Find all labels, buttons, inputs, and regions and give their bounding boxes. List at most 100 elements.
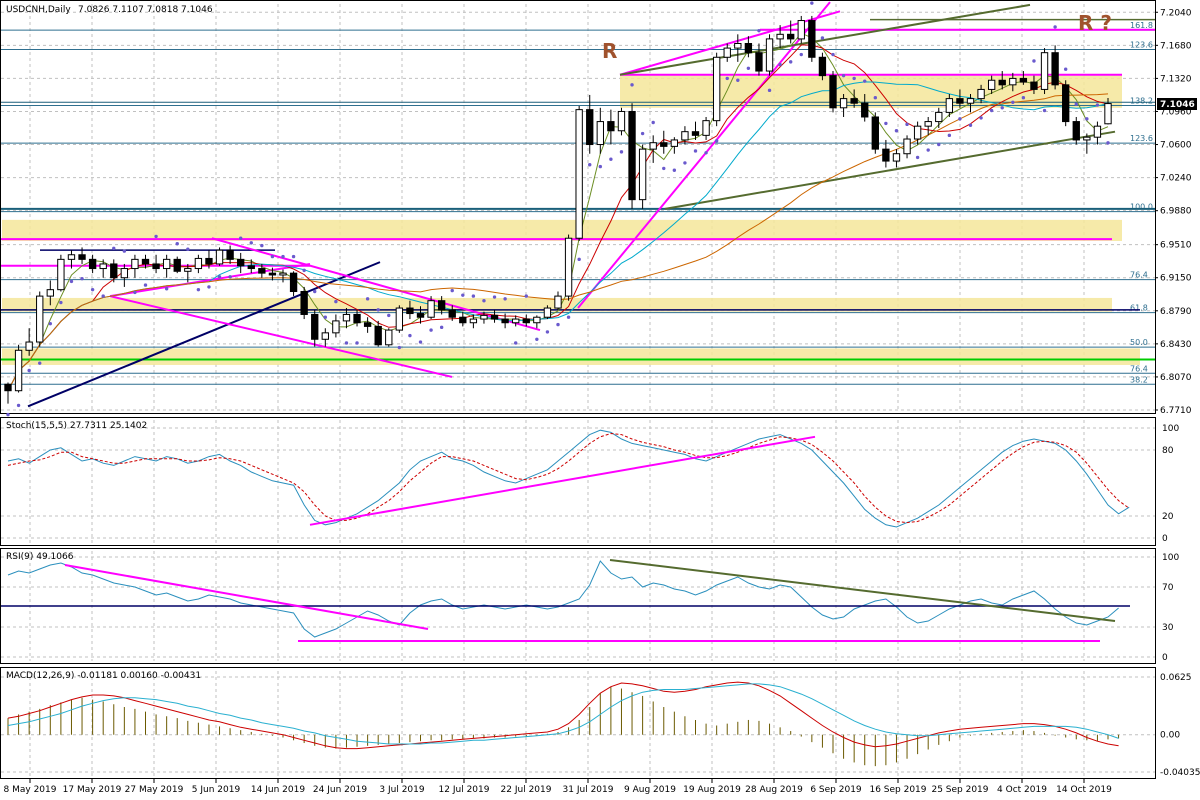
candle-body: [575, 109, 583, 239]
price-axis-label: 6.8070: [1160, 373, 1192, 383]
trading-chart[interactable]: 161.8123.6138.2123.6100.076.461.850.076.…: [0, 0, 1200, 800]
candle-body: [956, 98, 964, 104]
candle-body: [913, 125, 922, 140]
sar-dot: [249, 241, 253, 245]
price-axis-label: 7.2040: [1160, 8, 1192, 18]
candle-body: [501, 318, 509, 324]
price-axis-label: 6.9510: [1160, 241, 1192, 251]
sar-dot: [48, 321, 53, 326]
stochastic-panel[interactable]: [0, 417, 1156, 546]
candle-body: [321, 332, 329, 340]
candle-body: [554, 295, 562, 309]
sar-dot: [408, 333, 412, 338]
candle-body: [99, 263, 107, 270]
sar-dot: [344, 341, 349, 345]
sar-dot: [873, 95, 878, 100]
sar-dot: [112, 246, 116, 251]
sar-dot: [1085, 117, 1089, 121]
candle-body: [25, 341, 33, 351]
sar-dot: [1011, 100, 1015, 104]
support-resistance-zone: [2, 219, 1122, 241]
candle-body: [110, 263, 118, 279]
macd-title: MACD(12,26,9) -0.01181 0.00160 -0.00431: [6, 671, 201, 681]
macd-panel[interactable]: [0, 667, 1156, 779]
sar-dot: [6, 412, 10, 417]
date-axis-label: 6 Sep 2019: [810, 785, 862, 795]
candle-body: [998, 79, 1006, 86]
date-axis-label: 4 Oct 2019: [997, 785, 1047, 795]
stoch-title: Stoch(15,5,5) 27.7311 25.1402: [6, 421, 147, 431]
candle-body: [490, 314, 499, 320]
rsi-axis-label: 100: [1162, 553, 1179, 563]
candle-body: [406, 307, 414, 315]
fib-level-label: 100.0: [1130, 203, 1153, 212]
candle-body: [289, 272, 298, 293]
sar-dot: [630, 83, 634, 87]
candle-body: [131, 258, 139, 270]
fib-level-label: 38.2: [1130, 375, 1148, 384]
candle-body: [712, 56, 721, 122]
candle-body: [586, 109, 594, 146]
sar-dot: [196, 287, 201, 292]
candle-body: [480, 314, 488, 320]
candle-body: [14, 349, 23, 392]
candle-body: [215, 249, 224, 265]
candle-body: [162, 258, 171, 270]
price-axis-label: 6.7710: [1160, 406, 1192, 416]
candle-body: [839, 98, 848, 109]
sar-dot: [989, 108, 994, 113]
sar-dot: [355, 341, 359, 345]
sar-dot: [609, 157, 613, 161]
candle-body: [194, 257, 203, 270]
candle-body: [607, 121, 615, 132]
candle-body: [448, 309, 456, 318]
candle-body: [469, 318, 478, 324]
sar-dot: [958, 117, 962, 121]
rsi-axis-label: 70: [1162, 583, 1174, 593]
stoch-axis-label: 20: [1162, 512, 1174, 522]
sar-dot: [217, 275, 222, 279]
sar-dot: [852, 76, 856, 81]
sar-dot: [80, 276, 84, 281]
sar-dot: [59, 300, 63, 305]
candle-body: [660, 142, 668, 147]
sar-dot: [429, 328, 433, 332]
candle-body: [945, 98, 954, 113]
sar-dot: [376, 308, 380, 312]
stoch-axis-label: 100: [1162, 424, 1179, 434]
stoch-axis-label: 0: [1162, 534, 1168, 544]
sar-dot: [143, 283, 148, 287]
sar-dot: [1042, 108, 1047, 113]
sar-dot: [302, 268, 306, 273]
candle-body: [871, 116, 879, 150]
candle-body: [363, 322, 372, 327]
sar-dot: [662, 166, 666, 171]
candle-body: [649, 142, 657, 150]
price-axis-label: 7.1320: [1160, 74, 1192, 84]
candle-body: [702, 120, 710, 136]
sar-dot: [450, 288, 454, 293]
rsi-title: RSI(9) 49.1066: [6, 552, 74, 562]
candle-body: [279, 272, 287, 276]
sar-dot: [937, 142, 941, 147]
candle-body: [300, 291, 308, 315]
fib-level-label: 76.4: [1130, 271, 1148, 280]
candle-body: [533, 316, 541, 324]
candle-body: [882, 148, 890, 162]
date-axis-label: 19 Aug 2019: [683, 785, 741, 795]
sar-dot: [778, 62, 782, 67]
date-axis-label: 14 Oct 2019: [1056, 785, 1112, 795]
candle-body: [353, 313, 361, 324]
candle-body: [628, 110, 636, 201]
sar-dot: [640, 131, 645, 136]
candle-body: [892, 153, 901, 162]
candle-body: [966, 98, 975, 104]
sar-dot: [672, 168, 677, 172]
date-axis-label: 8 May 2019: [4, 785, 57, 795]
price-axis-label: 6.9880: [1160, 207, 1192, 217]
candle-body: [787, 33, 795, 40]
support-resistance-zone: [2, 348, 1140, 365]
sar-dot: [799, 52, 803, 57]
sar-dot: [725, 76, 729, 81]
last-price-label: 7.1046: [1160, 100, 1195, 110]
